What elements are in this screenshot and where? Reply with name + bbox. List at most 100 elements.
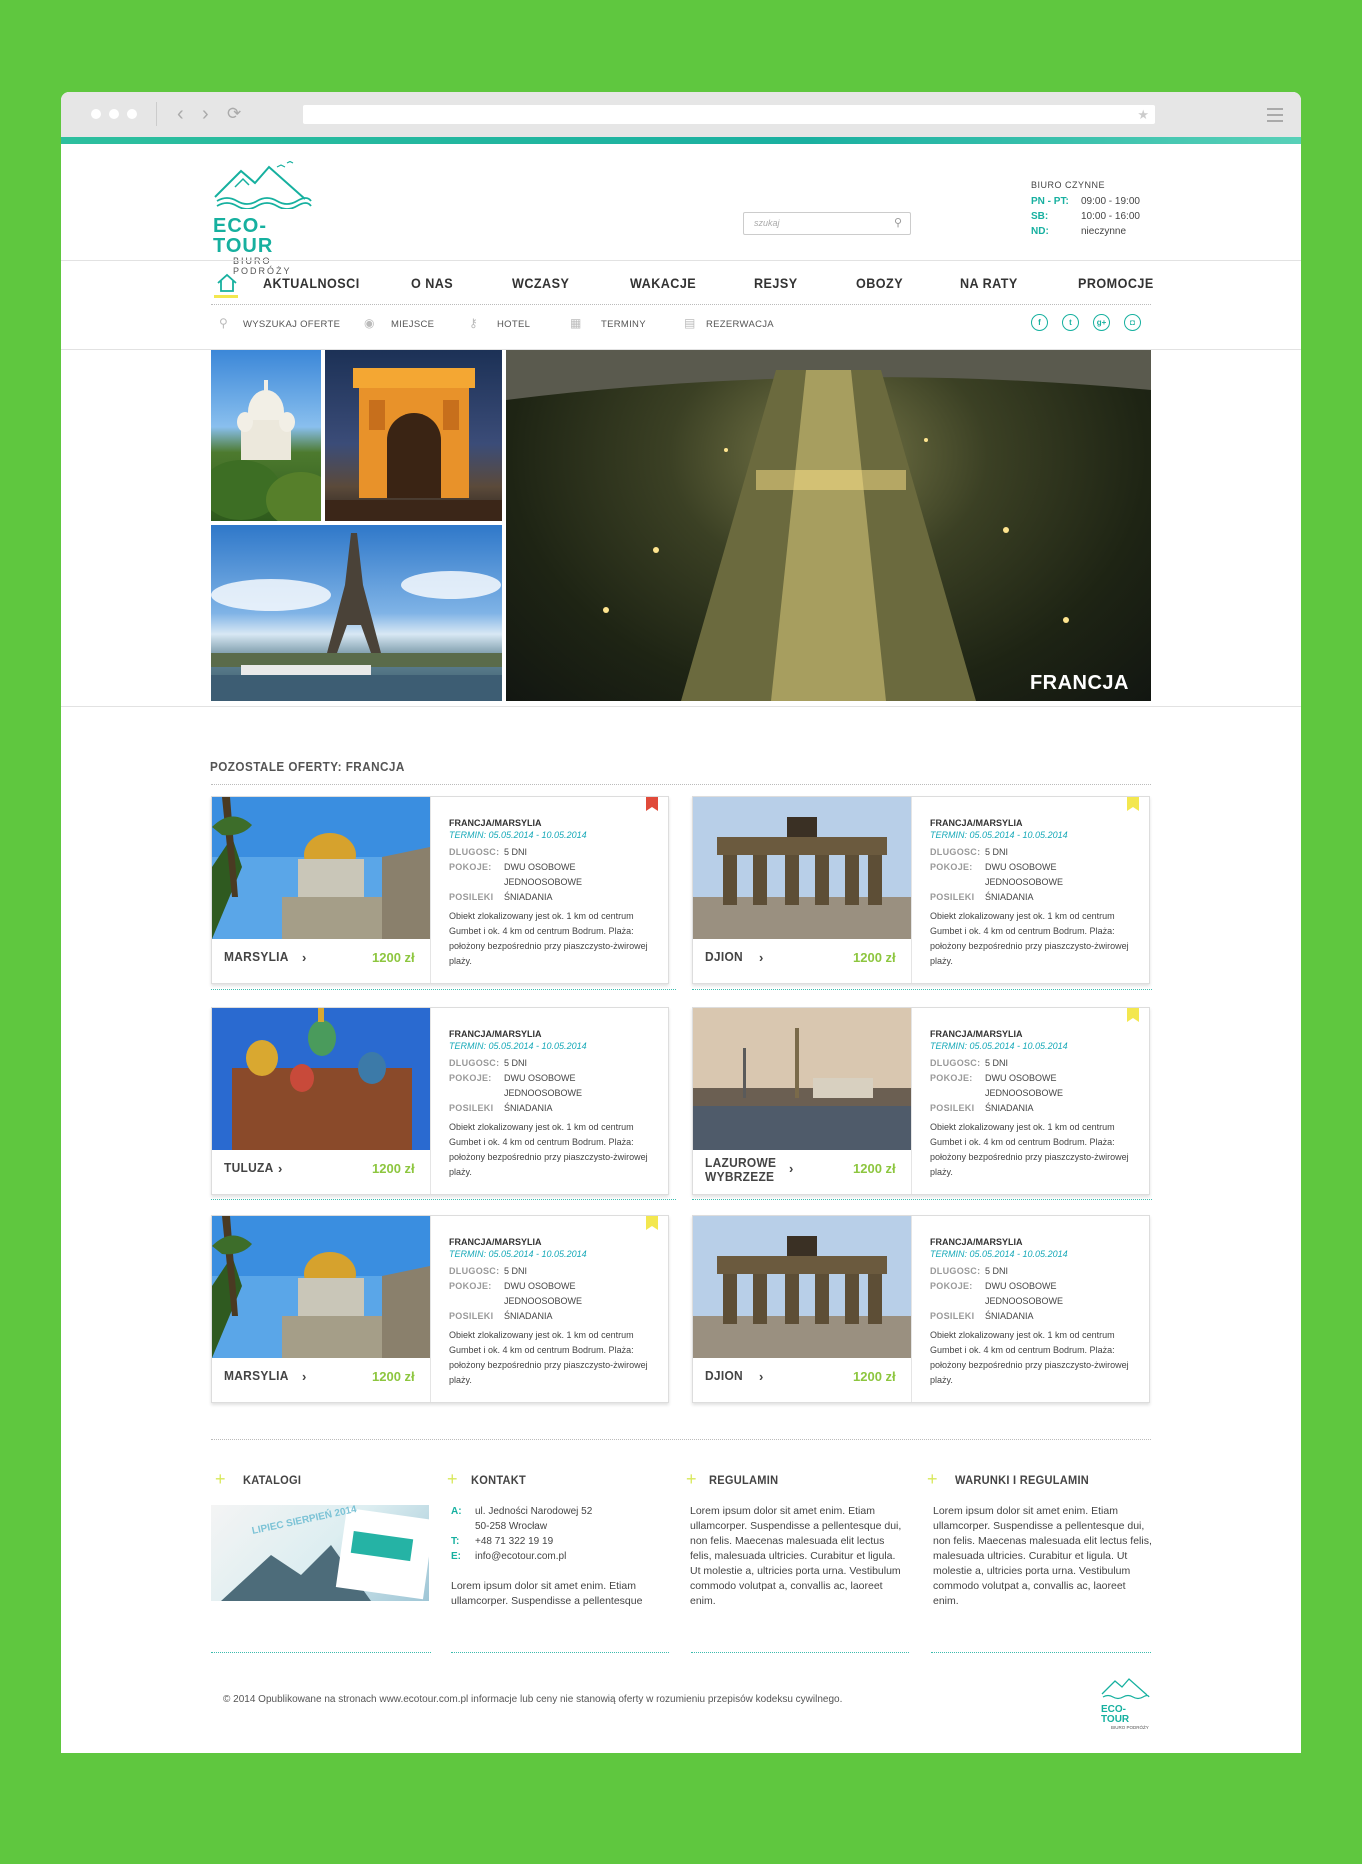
- offer-name[interactable]: MARSYLIA: [224, 1369, 289, 1383]
- offer-meals: POSILEKI ŚNIADANIA: [930, 892, 1034, 902]
- twitter-icon[interactable]: t: [1062, 314, 1079, 331]
- accent-bar: [61, 137, 1301, 144]
- submenu-hotel[interactable]: HOTEL: [497, 319, 530, 330]
- menu-item-o-nas[interactable]: O NAS: [411, 275, 453, 291]
- offer-card[interactable]: TULUZA › 1200 zł FRANCJA/MARSYLIA TERMIN: 05…: [211, 1007, 669, 1195]
- chevron-right-icon[interactable]: ›: [302, 950, 306, 965]
- offer-rooms: POKOJE: DWU OSOBOWE: [930, 1073, 1057, 1083]
- divider: [430, 797, 431, 983]
- offer-term: TERMIN: 05.05.2014 - 10.05.2014: [930, 830, 1068, 840]
- catalog-image[interactable]: LIPIEC SIERPIEŃ 2014: [211, 1505, 429, 1601]
- chevron-right-icon[interactable]: ›: [278, 1161, 282, 1176]
- address-bar[interactable]: ★: [303, 105, 1155, 124]
- facebook-icon[interactable]: f: [1031, 314, 1048, 331]
- offer-card[interactable]: MARSYLIA › 1200 zł FRANCJA/MARSYLIA TERMIN: …: [211, 1215, 669, 1403]
- footer-logo-tagline: BIURO PODRÓŻY: [1111, 1725, 1149, 1730]
- mountain-logo-icon: [1101, 1678, 1150, 1700]
- offer-term: TERMIN: 05.05.2014 - 10.05.2014: [449, 1041, 587, 1051]
- offer-name[interactable]: DJION: [705, 1369, 743, 1383]
- star-icon[interactable]: ★: [1137, 105, 1149, 124]
- offer-name[interactable]: LAZUROWE WYBRZEZE: [705, 1156, 779, 1184]
- google-plus-icon[interactable]: g+: [1093, 314, 1110, 331]
- hero-photo-arc-de-triomphe: [325, 350, 502, 521]
- menu-item-promocje[interactable]: PROMOCJE: [1078, 275, 1154, 291]
- offer-rooms-2: JEDNOOSOBOWE: [504, 1296, 583, 1306]
- contact-details: A: ul. Jedności Narodowej 52 50-258 Wrocł…: [451, 1504, 651, 1564]
- offer-name[interactable]: MARSYLIA: [224, 950, 289, 964]
- champ-de-mars-illustration: [506, 350, 1151, 701]
- logo-tagline: BIURO PODRÓŻY: [233, 256, 292, 276]
- divider: [430, 1216, 431, 1402]
- chevron-right-icon[interactable]: ›: [759, 1369, 763, 1384]
- menu-item-wczasy[interactable]: WCZASY: [512, 275, 569, 291]
- menu-item-wakacje[interactable]: WAKACJE: [630, 275, 696, 291]
- offer-title: FRANCJA/MARSYLIA: [449, 1029, 542, 1039]
- submenu-search-offer[interactable]: WYSZUKAJ OFERTE: [243, 319, 340, 330]
- offer-card[interactable]: LAZUROWE WYBRZEZE › 1200 zł FRANCJA/MARSYLI…: [692, 1007, 1150, 1195]
- offer-photo[interactable]: [693, 1216, 911, 1358]
- back-icon[interactable]: ‹: [177, 104, 184, 124]
- offer-photo[interactable]: [693, 797, 911, 939]
- menu-icon[interactable]: [1267, 108, 1283, 126]
- offer-card[interactable]: DJION › 1200 zł FRANCJA/MARSYLIA TERMIN: 05.…: [692, 796, 1150, 984]
- offer-photo[interactable]: [693, 1008, 911, 1150]
- menu-item-obozy[interactable]: OBOZY: [856, 275, 903, 291]
- section-title: POZOSTALE OFERTY: FRANCJA: [210, 759, 405, 774]
- home-icon[interactable]: [216, 273, 238, 293]
- chevron-right-icon[interactable]: ›: [789, 1161, 793, 1176]
- circle-icon[interactable]: [127, 109, 137, 119]
- menu-item-rejsy[interactable]: REJSY: [754, 275, 798, 291]
- email-link[interactable]: info@ecotour.com.pl: [475, 1551, 566, 1562]
- search-input[interactable]: szukaj ⚲: [743, 212, 911, 235]
- circle-icon[interactable]: [109, 109, 119, 119]
- submenu-dates[interactable]: TERMINY: [601, 319, 646, 330]
- mountain-logo-icon: [214, 160, 312, 210]
- divider: [211, 989, 676, 990]
- logo[interactable]: ECO-TOUR BIURO PODRÓŻY: [213, 160, 313, 276]
- submenu-reservation[interactable]: REZERWACJA: [706, 319, 774, 330]
- contact-row: A: ul. Jedności Narodowej 52: [451, 1506, 593, 1517]
- contact-text: Lorem ipsum dolor sit amet enim. Etiam u…: [451, 1580, 643, 1607]
- offer-info: FRANCJA/MARSYLIA TERMIN: 05.05.2014 - 10.…: [449, 1236, 659, 1388]
- offer-name[interactable]: DJION: [705, 950, 743, 964]
- footer-catalogs-title: KATALOGI: [243, 1473, 302, 1487]
- reload-icon[interactable]: ⟳: [227, 104, 241, 124]
- offer-term: TERMIN: 05.05.2014 - 10.05.2014: [449, 830, 587, 840]
- hero-photo-paris-night: FRANCJA: [506, 350, 1151, 701]
- offer-price: 1200 zł: [372, 1161, 415, 1176]
- offer-term: TERMIN: 05.05.2014 - 10.05.2014: [930, 1249, 1068, 1259]
- instagram-icon[interactable]: ◘: [1124, 314, 1141, 331]
- offer-description: Obiekt zlokalizowany jest ok. 1 km od ce…: [930, 1122, 1129, 1177]
- menu-item-aktualnosci[interactable]: AKTUALNOSCI: [263, 275, 360, 291]
- offer-info: FRANCJA/MARSYLIA TERMIN: 05.05.2014 - 10.…: [449, 817, 659, 969]
- arc-illustration: [325, 368, 502, 521]
- offer-title: FRANCJA/MARSYLIA: [930, 1237, 1023, 1247]
- circle-icon[interactable]: [91, 109, 101, 119]
- offer-photo[interactable]: [212, 797, 430, 939]
- search-icon[interactable]: ⚲: [894, 216, 902, 229]
- offer-card[interactable]: DJION › 1200 zł FRANCJA/MARSYLIA TERMIN: 05.…: [692, 1215, 1150, 1403]
- offer-term: TERMIN: 05.05.2014 - 10.05.2014: [449, 1249, 587, 1259]
- menu-item-na-raty[interactable]: NA RATY: [960, 275, 1018, 291]
- offer-name[interactable]: TULUZA: [224, 1161, 273, 1175]
- hours-row: PN - PT: 09:00 - 19:00: [1031, 196, 1140, 207]
- chevron-right-icon[interactable]: ›: [302, 1369, 306, 1384]
- divider: [931, 1652, 1151, 1653]
- key-icon: ⚷: [469, 316, 478, 330]
- submenu-place[interactable]: MIEJSCE: [391, 319, 434, 330]
- offer-rooms: POKOJE: DWU OSOBOWE: [449, 1281, 576, 1291]
- divider: [692, 989, 1152, 990]
- offer-info: FRANCJA/MARSYLIA TERMIN: 05.05.2014 - 10.…: [930, 817, 1140, 969]
- offer-photo[interactable]: [212, 1216, 430, 1358]
- offer-photo[interactable]: [212, 1008, 430, 1150]
- offer-card[interactable]: MARSYLIA › 1200 zł FRANCJA/MARSYLIA TERMIN: …: [211, 796, 669, 984]
- forward-icon[interactable]: ›: [202, 104, 209, 124]
- offer-duration: DLUGOSC: 5 DNI: [449, 1058, 528, 1068]
- footer-logo[interactable]: ECO-TOUR BIURO PODRÓŻY: [1101, 1676, 1151, 1730]
- bookmark-icon: [646, 1216, 658, 1230]
- rules-text: Lorem ipsum dolor sit amet enim. Etiam u…: [690, 1505, 902, 1607]
- chevron-right-icon[interactable]: ›: [759, 950, 763, 965]
- divider: [430, 1008, 431, 1194]
- offer-duration: DLUGOSC: 5 DNI: [930, 847, 1009, 857]
- divider: [691, 1652, 909, 1653]
